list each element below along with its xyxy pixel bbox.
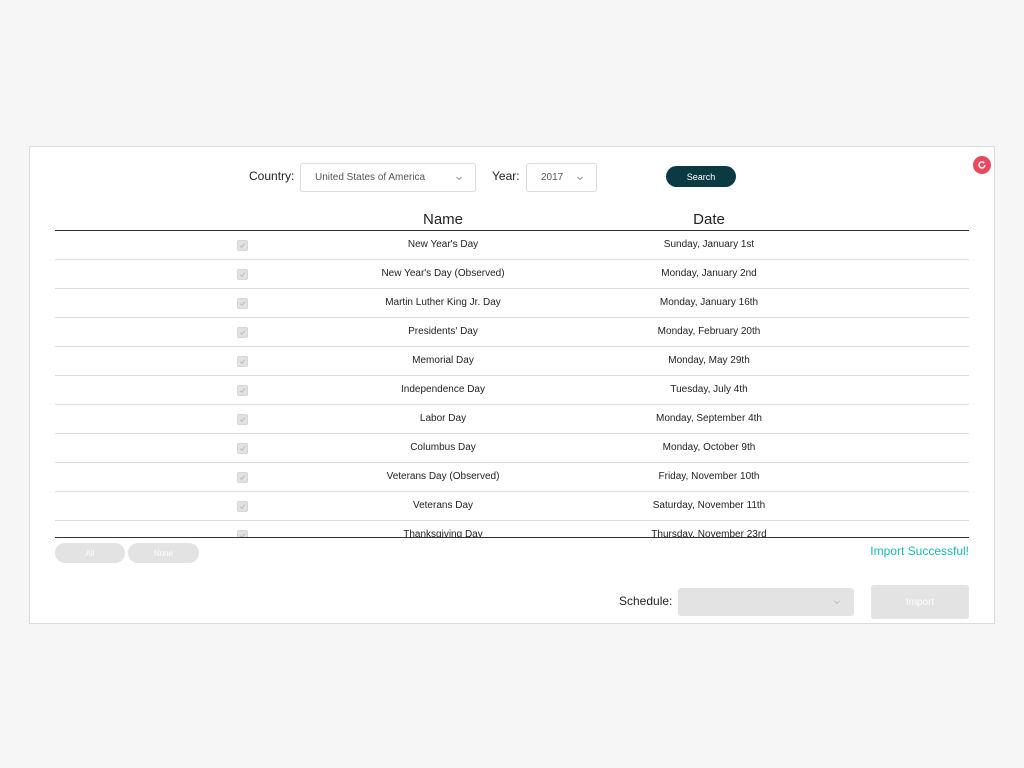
year-label: Year:	[492, 169, 520, 183]
country-select-value: United States of America	[315, 172, 426, 183]
column-header-date: Date	[693, 211, 725, 228]
holiday-name-cell: Martin Luther King Jr. Day	[385, 297, 501, 308]
table-row[interactable]: Labor Day Monday, September 4th	[55, 405, 969, 434]
holiday-date-cell: Monday, September 4th	[656, 413, 762, 424]
row-checkbox[interactable]	[237, 269, 248, 280]
row-checkbox[interactable]	[237, 443, 248, 454]
import-status-message: Import Successful!	[870, 544, 969, 558]
holiday-name-cell: Columbus Day	[410, 442, 476, 453]
checkmark-icon	[239, 533, 246, 537]
holiday-name-cell: New Year's Day	[407, 239, 479, 250]
holiday-name-cell: New Year's Day (Observed)	[381, 268, 505, 279]
holiday-import-panel: Country: United States of America Year: …	[29, 146, 995, 624]
row-checkbox[interactable]	[237, 356, 248, 367]
table-row[interactable]: Independence Day Tuesday, July 4th	[55, 376, 969, 405]
checkmark-icon	[239, 388, 246, 393]
column-header-name: Name	[422, 211, 464, 228]
chevron-down-icon	[834, 600, 840, 605]
row-checkbox[interactable]	[237, 530, 248, 537]
table-row[interactable]: Presidents' Day Monday, February 20th	[55, 318, 969, 347]
holiday-table: Name Date New Year's Day Sunday, January …	[55, 209, 969, 538]
country-label: Country:	[249, 169, 295, 183]
holiday-date-cell: Tuesday, July 4th	[670, 384, 748, 395]
checkmark-icon	[239, 301, 246, 306]
holiday-name-cell: Veterans Day	[412, 500, 474, 511]
holiday-name-cell: Memorial Day	[412, 355, 474, 366]
checkmark-icon	[239, 504, 246, 509]
holiday-name-cell: Veterans Day (Observed)	[386, 471, 500, 482]
year-select-value: 2017	[541, 172, 564, 183]
holiday-date-cell: Thursday, November 23rd	[651, 529, 767, 538]
row-checkbox[interactable]	[237, 501, 248, 512]
year-select[interactable]: 2017	[526, 163, 597, 192]
checkmark-icon	[239, 475, 246, 480]
holiday-name-cell: Independence Day	[401, 384, 485, 395]
holiday-date-cell: Monday, October 9th	[662, 442, 756, 453]
row-checkbox[interactable]	[237, 385, 248, 396]
search-button[interactable]: Search	[666, 166, 736, 187]
refresh-button[interactable]	[973, 156, 991, 174]
checkmark-icon	[239, 359, 246, 364]
holiday-name-cell: Thanksgiving Day	[403, 529, 483, 538]
row-checkbox[interactable]	[237, 414, 248, 425]
row-checkbox[interactable]	[237, 472, 248, 483]
country-select[interactable]: United States of America	[300, 163, 476, 192]
select-all-button[interactable]: All	[55, 543, 125, 563]
table-row[interactable]: Martin Luther King Jr. Day Monday, Januar…	[55, 289, 969, 318]
table-header: Name Date	[55, 209, 969, 231]
row-checkbox[interactable]	[237, 327, 248, 338]
table-row[interactable]: New Year's Day Sunday, January 1st	[55, 231, 969, 260]
checkmark-icon	[239, 272, 246, 277]
import-button[interactable]: Import	[871, 585, 969, 619]
chevron-down-icon	[577, 176, 583, 180]
holiday-name-cell: Labor Day	[419, 413, 467, 424]
row-checkbox[interactable]	[237, 298, 248, 309]
refresh-icon	[978, 161, 986, 169]
holiday-name-cell: Presidents' Day	[408, 326, 478, 337]
checkmark-icon	[239, 417, 246, 422]
table-row[interactable]: Veterans Day (Observed) Friday, November …	[55, 463, 969, 492]
table-body[interactable]: New Year's Day Sunday, January 1st New Yea…	[55, 231, 969, 538]
chevron-down-icon	[456, 176, 462, 180]
table-row[interactable]: Veterans Day Saturday, November 11th	[55, 492, 969, 521]
row-checkbox[interactable]	[237, 240, 248, 251]
table-row[interactable]: New Year's Day (Observed) Monday, January…	[55, 260, 969, 289]
table-row[interactable]: Thanksgiving Day Thursday, November 23rd	[55, 521, 969, 538]
table-row[interactable]: Columbus Day Monday, October 9th	[55, 434, 969, 463]
table-row[interactable]: Memorial Day Monday, May 29th	[55, 347, 969, 376]
select-none-button[interactable]: None	[128, 543, 199, 563]
holiday-date-cell: Monday, May 29th	[668, 355, 750, 366]
checkmark-icon	[239, 330, 246, 335]
holiday-date-cell: Saturday, November 11th	[652, 500, 766, 511]
holiday-date-cell: Friday, November 10th	[658, 471, 760, 482]
checkmark-icon	[239, 243, 246, 248]
holiday-date-cell: Monday, February 20th	[657, 326, 761, 337]
holiday-date-cell: Sunday, January 1st	[663, 239, 755, 250]
schedule-select[interactable]	[678, 588, 854, 616]
checkmark-icon	[239, 446, 246, 451]
holiday-date-cell: Monday, January 2nd	[661, 268, 757, 279]
schedule-label: Schedule:	[619, 594, 673, 608]
holiday-date-cell: Monday, January 16th	[659, 297, 759, 308]
